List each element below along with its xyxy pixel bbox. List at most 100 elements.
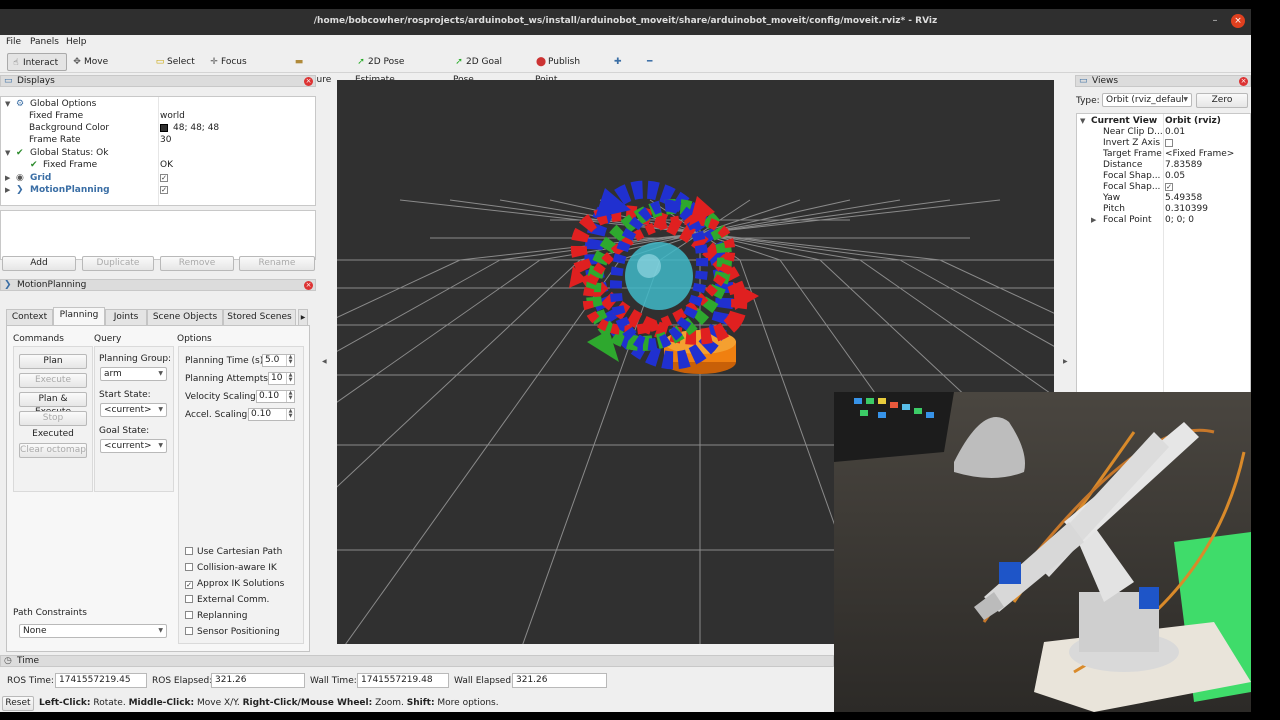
view-property-checkbox[interactable] — [1165, 139, 1173, 147]
move-camera-tool[interactable]: ✥Move Camera — [69, 53, 141, 85]
goal-state-select[interactable]: <current> ▼ — [100, 439, 167, 453]
path-constraints-select[interactable]: None ▼ — [19, 624, 167, 638]
spinner-arrows-icon[interactable]: ▲ ▼ — [286, 409, 294, 420]
stop-button[interactable]: Stop — [19, 411, 87, 426]
option-checkbox-0[interactable]: Use Cartesian Path — [185, 546, 282, 558]
move-arrows-icon: ✥ — [73, 57, 81, 67]
checkbox-box[interactable] — [185, 547, 193, 555]
tree-row-frame-rate[interactable]: Frame Rate 30 — [1, 134, 315, 146]
option-checkbox-2[interactable]: ✓ Approx IK Solutions — [185, 578, 284, 590]
tree-row-fixed-frame[interactable]: Fixed Frame world — [1, 110, 315, 122]
tree-row-global-status[interactable]: ▼ ✔ Global Status: Ok — [1, 147, 315, 159]
select-tool[interactable]: ▭ Select — [152, 53, 196, 71]
tab-planning[interactable]: Planning — [53, 307, 105, 325]
option-checkbox-4[interactable]: Replanning — [185, 610, 247, 622]
tab-scene-objects[interactable]: Scene Objects — [147, 309, 223, 325]
interact-tool[interactable]: ☝ Interact — [7, 53, 67, 71]
view-property-row[interactable]: Distance 7.83589 — [1077, 160, 1250, 171]
option-checkbox-5[interactable]: Sensor Positioning — [185, 626, 280, 638]
view-property-row[interactable]: Yaw 5.49358 — [1077, 193, 1250, 204]
menu-panels[interactable]: Panels — [30, 37, 59, 47]
wall-time-field[interactable]: 1741557219.48 — [357, 673, 449, 688]
checkmark-icon: ✔ — [30, 160, 38, 170]
goal-state-label: Goal State: — [99, 426, 150, 436]
planning-time-input[interactable]: 5.0 ▲ ▼ — [262, 354, 295, 367]
view-property-row[interactable]: Pitch 0.310399 — [1077, 204, 1250, 215]
plan-and-execute-button[interactable]: Plan & Execute — [19, 392, 87, 417]
zero-view-button[interactable]: Zero — [1196, 93, 1248, 108]
expand-arrow-icon[interactable]: ▶ — [1091, 215, 1096, 226]
end-effector-sphere — [625, 242, 693, 310]
start-state-select[interactable]: <current> ▼ — [100, 403, 167, 417]
velocity-scaling-input[interactable]: 0.10 ▲ ▼ — [256, 390, 295, 403]
option-checkbox-3[interactable]: External Comm. — [185, 594, 269, 606]
checkbox-box[interactable] — [185, 563, 193, 571]
close-button[interactable]: × — [1231, 14, 1245, 28]
clear-octomap-button[interactable]: Clear octomap — [19, 443, 87, 458]
moveit-icon: ❯ — [16, 185, 24, 195]
physical-robot-arm-image — [834, 392, 1251, 712]
spinner-arrows-icon[interactable]: ▲ ▼ — [286, 391, 294, 402]
close-panel-icon[interactable]: × — [304, 77, 313, 86]
collapse-right-handle[interactable]: ▶ — [1063, 358, 1068, 365]
reset-button[interactable]: Reset — [2, 696, 34, 711]
collapse-left-handle[interactable]: ◀ — [322, 358, 327, 365]
ros-time-label: ROS Time: — [7, 676, 54, 686]
goal-pose-tool[interactable]: ➚2D Goal Pose — [451, 53, 525, 85]
current-view-row[interactable]: ▼ Current View Orbit (rviz) — [1077, 116, 1250, 127]
focus-crosshair-icon: ✛ — [210, 57, 218, 67]
tree-row-grid[interactable]: ▶ ◉ Grid ✓ — [1, 172, 315, 184]
checkbox-box[interactable] — [185, 595, 193, 603]
add-tool-button[interactable]: ✚ — [612, 53, 626, 71]
focus-camera-tool[interactable]: ✛Focus Camera — [206, 53, 282, 85]
planning-group-select[interactable]: arm ▼ — [100, 367, 167, 381]
option-checkbox-1[interactable]: Collision-aware IK — [185, 562, 277, 574]
menu-help[interactable]: Help — [66, 37, 87, 47]
remove-display-button[interactable]: Remove — [160, 256, 234, 271]
duplicate-display-button[interactable]: Duplicate — [82, 256, 154, 271]
tree-row-status-fixed-frame[interactable]: ✔ Fixed Frame OK — [1, 159, 315, 171]
path-constraints-label: Path Constraints — [13, 608, 87, 618]
tree-row-global-options[interactable]: ▼ ⚙ Global Options — [1, 98, 315, 110]
publish-point-tool[interactable]: ⬤Publish Point — [533, 53, 603, 85]
tab-scroll-right[interactable]: ▶ — [298, 309, 308, 325]
planning-attempts-input[interactable]: 10 ▲ ▼ — [268, 372, 295, 385]
tab-context[interactable]: Context — [6, 309, 53, 325]
ros-time-field[interactable]: 1741557219.45 — [55, 673, 147, 688]
remove-tool-button[interactable]: ━ — [645, 53, 661, 71]
tab-joints[interactable]: Joints — [105, 309, 147, 325]
view-property-row[interactable]: ▶ Focal Point 0; 0; 0 — [1077, 215, 1250, 226]
plan-button[interactable]: Plan — [19, 354, 87, 369]
rename-display-button[interactable]: Rename — [239, 256, 315, 271]
view-property-row[interactable]: Focal Shap... ✓ — [1077, 182, 1250, 193]
spinner-arrows-icon[interactable]: ▲ ▼ — [286, 355, 294, 366]
view-property-row[interactable]: Target Frame <Fixed Frame> — [1077, 149, 1250, 160]
close-panel-icon[interactable]: × — [1239, 77, 1248, 86]
tab-stored-scenes[interactable]: Stored Scenes — [223, 309, 296, 325]
view-property-row[interactable]: Invert Z Axis — [1077, 138, 1250, 149]
minimize-button[interactable]: – — [1209, 15, 1221, 27]
add-display-button[interactable]: Add — [2, 256, 76, 271]
ros-elapsed-field[interactable]: 321.26 — [211, 673, 305, 688]
view-property-row[interactable]: Focal Shap... 0.05 — [1077, 171, 1250, 182]
execute-button[interactable]: Execute — [19, 373, 87, 388]
commands-title: Commands — [13, 334, 64, 344]
checkbox-box[interactable]: ✓ — [185, 581, 193, 589]
menu-file[interactable]: File — [6, 37, 21, 47]
menu-bar: File Panels Help — [0, 35, 1251, 50]
pose-estimate-tool[interactable]: ➚2D Pose Estimate — [353, 53, 443, 85]
tree-row-motion-planning[interactable]: ▶ ❯ MotionPlanning ✓ — [1, 184, 315, 196]
view-property-checkbox[interactable]: ✓ — [1165, 183, 1173, 191]
wall-elapsed-field[interactable]: 321.26 — [512, 673, 607, 688]
spinner-arrows-icon[interactable]: ▲ ▼ — [286, 373, 294, 384]
checkbox-box[interactable] — [185, 611, 193, 619]
grid-enabled-checkbox[interactable]: ✓ — [160, 174, 168, 182]
accel-scaling-input[interactable]: 0.10 ▲ ▼ — [248, 408, 295, 421]
view-property-row[interactable]: Near Clip D... 0.01 — [1077, 127, 1250, 138]
close-panel-icon[interactable]: × — [304, 281, 313, 290]
checkbox-box[interactable] — [185, 627, 193, 635]
tree-row-background-color[interactable]: Background Color 48; 48; 48 — [1, 122, 315, 134]
measure-tool[interactable]: ▬Measure — [291, 53, 343, 85]
motion-planning-enabled-checkbox[interactable]: ✓ — [160, 186, 168, 194]
view-type-select[interactable]: Orbit (rviz_defaul ▼ — [1102, 93, 1192, 107]
